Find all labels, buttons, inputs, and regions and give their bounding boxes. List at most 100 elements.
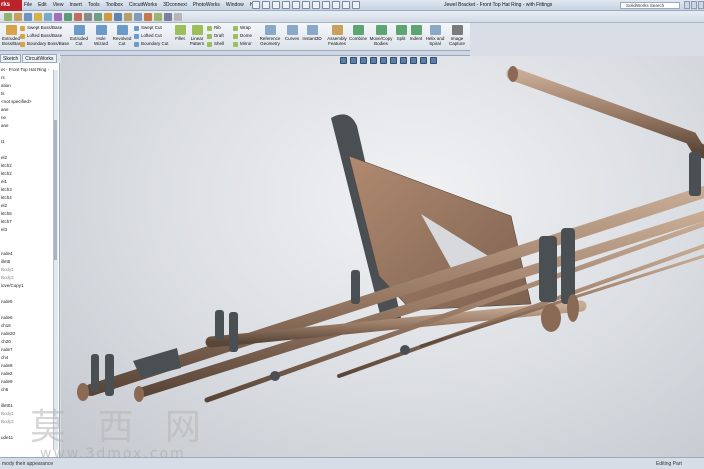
zoom-icon[interactable]: [24, 13, 32, 21]
feature-tree-item[interactable]: ation: [1, 83, 11, 88]
new-icon[interactable]: [252, 1, 260, 9]
open-icon[interactable]: [262, 1, 270, 9]
app-logo[interactable]: rks: [0, 0, 22, 11]
display-style-icon[interactable]: [64, 13, 72, 21]
menu-insert[interactable]: Insert: [69, 2, 82, 8]
feature-tree-item[interactable]: ktch6: [1, 211, 12, 216]
feature-tree-item[interactable]: ch5: [1, 387, 8, 392]
feature-tree-item[interactable]: <not specified>: [1, 99, 32, 104]
feature-tree-item[interactable]: ts: [1, 91, 5, 96]
search-input[interactable]: SolidWorks Search: [620, 2, 680, 9]
print-icon[interactable]: [282, 1, 290, 9]
viewport-icon[interactable]: [352, 1, 360, 9]
feature-tree-item[interactable]: el3: [1, 227, 7, 232]
sketch-tools-icon[interactable]: [124, 13, 132, 21]
instant3d-button[interactable]: Instant3D: [300, 25, 324, 41]
zoom-to-fit-icon[interactable]: [340, 57, 347, 64]
view-orientation-icon[interactable]: [54, 13, 62, 21]
photoview-icon[interactable]: [174, 13, 182, 21]
feature-tree-item[interactable]: el1: [1, 179, 7, 184]
graphics-viewport[interactable]: [61, 56, 704, 457]
rebuild-icon[interactable]: [312, 1, 320, 9]
feature-tree-item[interactable]: illet01: [1, 403, 13, 408]
feature-tree-item[interactable]: t1: [1, 139, 5, 144]
swept-boss-button[interactable]: Swept Boss/Base: [20, 24, 62, 32]
indent-button[interactable]: Indent: [408, 25, 424, 41]
lofted-cut-button[interactable]: Lofted Cut: [134, 32, 162, 40]
menu-circuitworks[interactable]: CircuitWorks: [129, 2, 157, 8]
feature-tree-item[interactable]: ane: [1, 107, 9, 112]
close-button[interactable]: [698, 1, 704, 9]
feature-tree-item[interactable]: Body1: [1, 411, 14, 416]
feature-tree-item[interactable]: ch20: [1, 339, 11, 344]
reference-geometry-button[interactable]: Reference Geometry: [256, 25, 284, 46]
feature-tree-item[interactable]: ude11: [1, 435, 13, 440]
feature-tree-item[interactable]: rude6: [1, 315, 13, 320]
feature-tree-item[interactable]: ktch3: [1, 187, 12, 192]
measure-icon[interactable]: [114, 13, 122, 21]
reference-icon[interactable]: [134, 13, 142, 21]
feature-tree-item[interactable]: el2: [1, 155, 7, 160]
menu-edit[interactable]: Edit: [38, 2, 47, 8]
feature-tree-item[interactable]: Body2: [1, 275, 14, 280]
feature-tree-item[interactable]: ch4: [1, 355, 8, 360]
view-settings-icon[interactable]: [430, 57, 437, 64]
assembly-features-button[interactable]: Assembly Features: [324, 25, 350, 46]
feature-tree-item[interactable]: el2: [1, 203, 7, 208]
hide-show-items-icon[interactable]: [400, 57, 407, 64]
appearance-icon[interactable]: [94, 13, 102, 21]
rib-button[interactable]: Rib: [207, 24, 221, 32]
feature-tree-item[interactable]: et - Front Top Hat Ring -: [1, 67, 49, 72]
extruded-boss-button[interactable]: Extruded Boss/Base: [2, 25, 24, 46]
feature-tree-item[interactable]: rude5: [1, 299, 13, 304]
feature-tree-item[interactable]: ane: [1, 123, 9, 128]
draft-button[interactable]: Draft: [207, 32, 224, 40]
feature-tree-item[interactable]: ktch2: [1, 163, 12, 168]
undo-icon[interactable]: [292, 1, 300, 9]
edit-appearance-icon[interactable]: [410, 57, 417, 64]
menu-3dconnexi[interactable]: 3Dconnexi: [163, 2, 187, 8]
feature-tree-item[interactable]: ne: [1, 115, 6, 120]
helix-spiral-button[interactable]: Helix and Spiral: [424, 25, 446, 46]
tab-sketch[interactable]: Sketch: [0, 54, 22, 63]
sketch-icon[interactable]: [14, 13, 22, 21]
minimize-button[interactable]: [684, 1, 690, 9]
shell-button[interactable]: Shell: [207, 40, 224, 48]
relations-icon[interactable]: [154, 13, 162, 21]
evaluate-icon[interactable]: [164, 13, 172, 21]
feature-tree-item[interactable]: ch16: [1, 323, 11, 328]
hole-wizard-button[interactable]: Hole Wizard: [90, 25, 112, 46]
combine-button[interactable]: Combine: [348, 25, 368, 41]
extruded-cut-button[interactable]: Extruded Cut: [68, 25, 90, 46]
feature-tree-item[interactable]: rude20: [1, 331, 15, 336]
feature-tree-item[interactable]: ktch7: [1, 219, 12, 224]
section-view-icon[interactable]: [370, 57, 377, 64]
tab-circuitworks[interactable]: CircuitWorks: [22, 54, 57, 63]
lofted-boss-button[interactable]: Lofted Boss/Base: [20, 32, 62, 40]
wrap-button[interactable]: Wrap: [233, 24, 251, 32]
file-properties-icon[interactable]: [332, 1, 340, 9]
mirror-button[interactable]: Mirror: [233, 40, 252, 48]
split-button[interactable]: Split: [394, 25, 408, 41]
feature-tree-item[interactable]: ktch4: [1, 195, 12, 200]
smart-dimension-icon[interactable]: [144, 13, 152, 21]
arrow-icon[interactable]: [4, 13, 12, 21]
save-icon[interactable]: [272, 1, 280, 9]
boundary-boss-button[interactable]: Boundary Boss/Base: [20, 40, 69, 48]
menu-file[interactable]: File: [24, 2, 32, 8]
boundary-cut-button[interactable]: Boundary Cut: [134, 40, 169, 48]
menu-tools[interactable]: Tools: [88, 2, 100, 8]
feature-tree-item[interactable]: rude4: [1, 251, 13, 256]
apply-scene-icon[interactable]: [420, 57, 427, 64]
feature-tree-item[interactable]: rude2: [1, 371, 13, 376]
feature-tree-item[interactable]: illet5: [1, 259, 10, 264]
help-icon[interactable]: [342, 1, 350, 9]
menu-toolbox[interactable]: Toolbox: [106, 2, 123, 8]
zoom-to-area-icon[interactable]: [350, 57, 357, 64]
image-capture-button[interactable]: Image Capture: [446, 25, 468, 46]
rotate-icon[interactable]: [34, 13, 42, 21]
previous-view-icon[interactable]: [360, 57, 367, 64]
linear-pattern-button[interactable]: Linear Pattern: [187, 25, 207, 46]
dome-button[interactable]: Dome: [233, 32, 252, 40]
hide-show-icon[interactable]: [84, 13, 92, 21]
